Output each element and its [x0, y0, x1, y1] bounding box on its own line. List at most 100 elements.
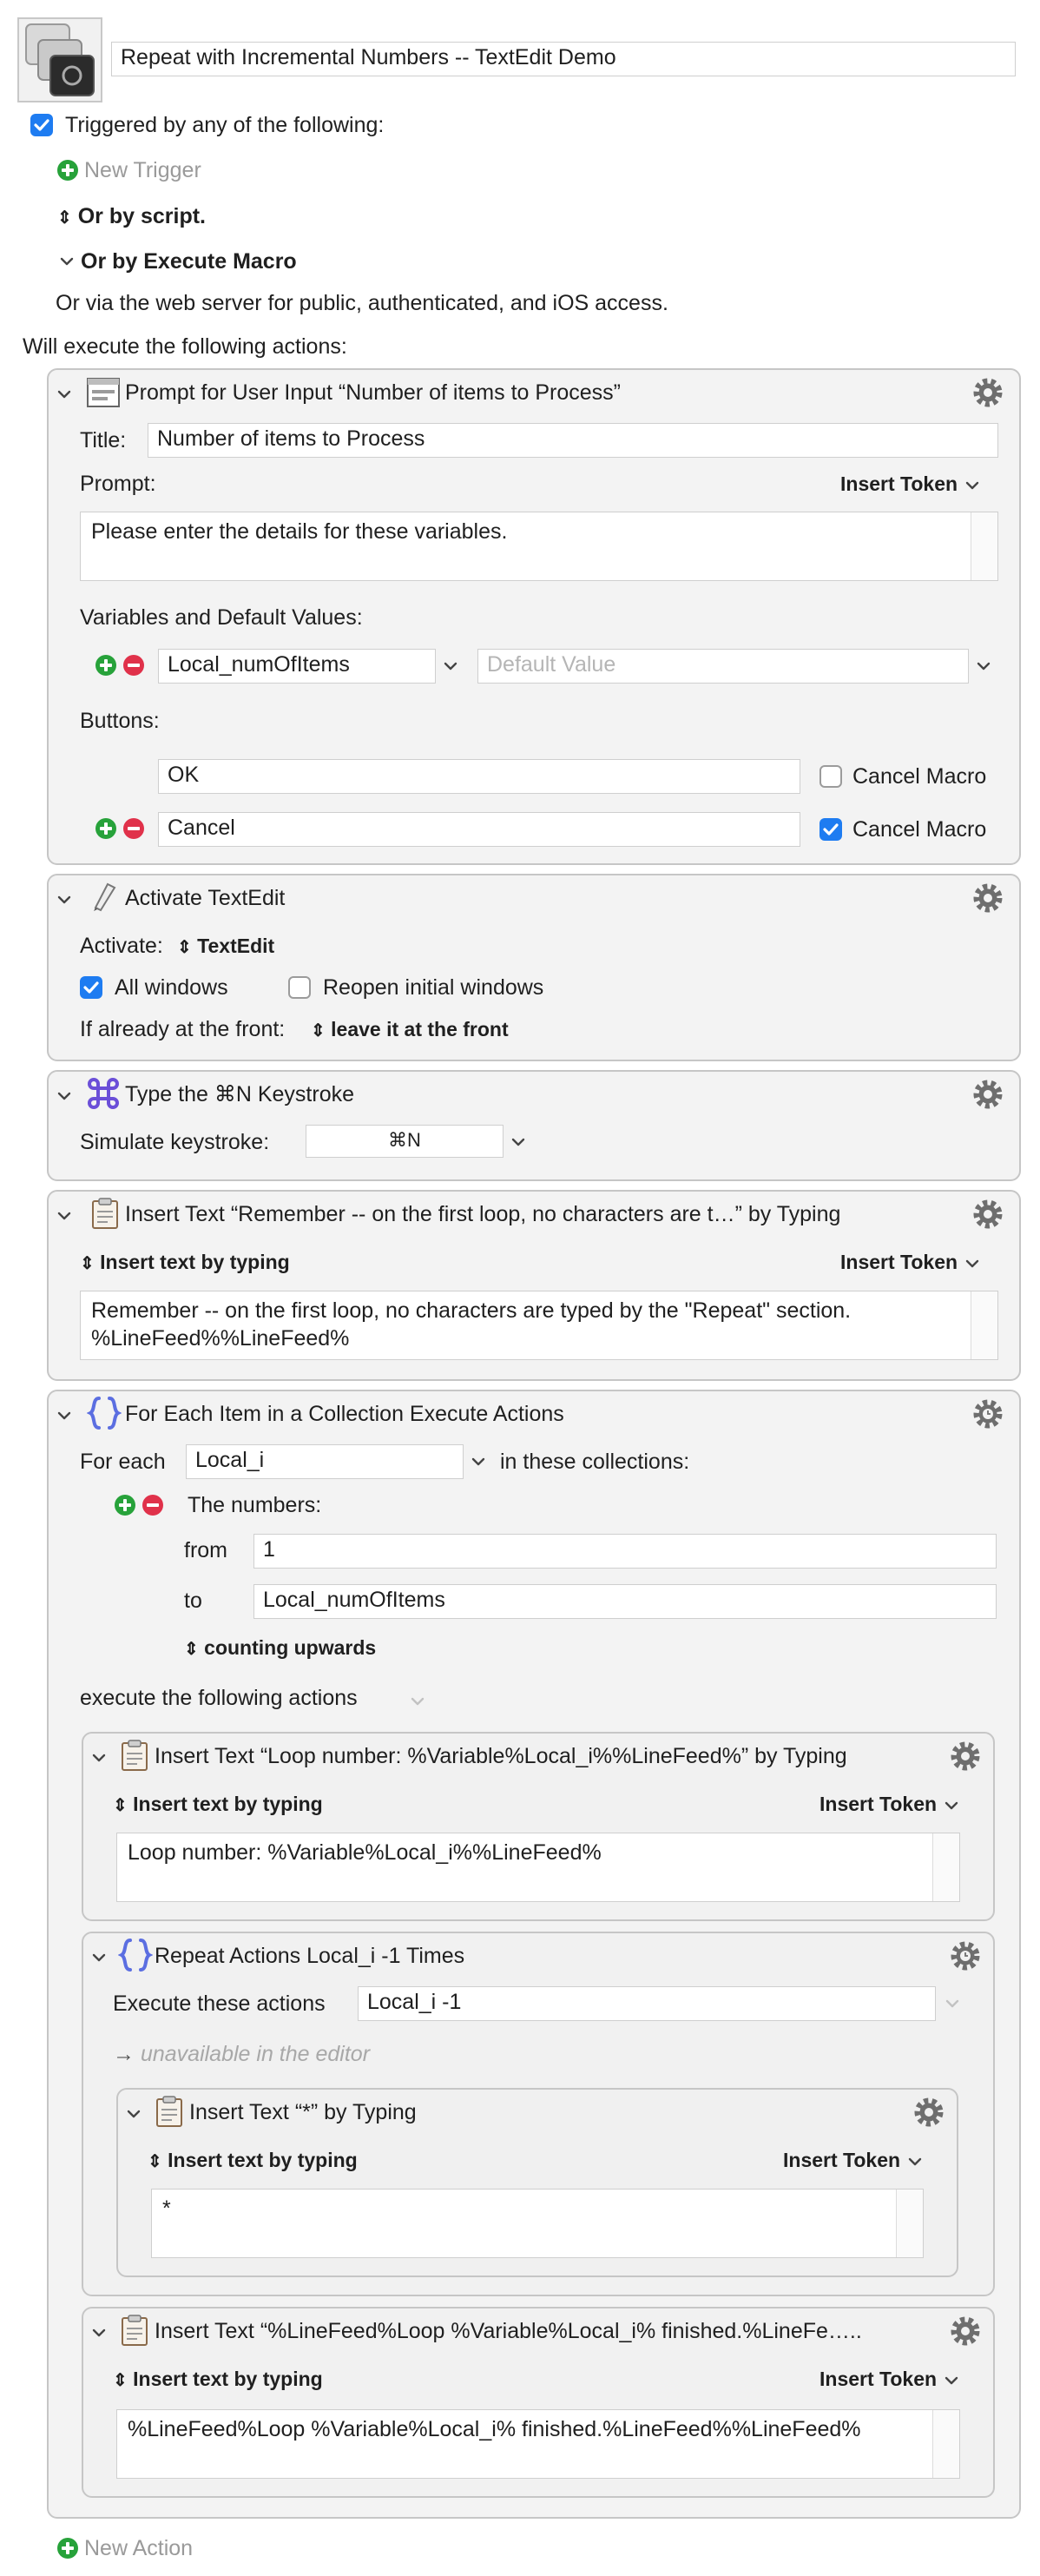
chevron-down-icon[interactable] — [55, 1087, 74, 1106]
add-button-icon[interactable] — [95, 818, 116, 839]
new-action-button[interactable]: New Action — [84, 2535, 193, 2561]
chevron-down-icon[interactable] — [89, 2323, 109, 2342]
chevron-down-icon[interactable] — [509, 1133, 528, 1152]
action-repeat[interactable]: Repeat Actions Local_i -1 Times Execute … — [82, 1932, 995, 2296]
default-value-field[interactable]: Default Value — [477, 649, 969, 684]
action-title: Repeat Actions Local_i -1 Times — [155, 1944, 465, 1968]
button1-cancel-checkbox[interactable] — [819, 765, 842, 788]
text-content: Loop number: %Variable%Local_i%%LineFeed… — [128, 1840, 602, 1865]
action-insert-text-star[interactable]: Insert Text “*” by Typing ⇕ Insert text … — [116, 2088, 958, 2277]
insert-text-area[interactable]: %LineFeed%Loop %Variable%Local_i% finish… — [116, 2409, 960, 2479]
to-field[interactable]: Local_numOfItems — [253, 1584, 997, 1619]
gear-icon[interactable] — [971, 1197, 1005, 1232]
action-title: Insert Text “Loop number: %Variable%Loca… — [155, 1744, 847, 1768]
chevron-down-icon[interactable] — [974, 657, 993, 676]
remove-variable-icon[interactable] — [123, 655, 144, 676]
insert-token-menu[interactable]: Insert Token — [840, 1249, 982, 1275]
repeat-count-field[interactable]: Local_i -1 — [358, 1986, 936, 2021]
new-trigger-plus-icon[interactable] — [57, 160, 78, 181]
chevron-down-icon[interactable] — [55, 890, 74, 909]
prompt-textarea[interactable]: Please enter the details for these varia… — [80, 512, 998, 581]
action-prompt-for-user-input[interactable]: Prompt for User Input “Number of items t… — [47, 368, 1021, 865]
counting-direction-selector[interactable]: ⇕ counting upwards — [184, 1635, 376, 1662]
chevron-down-icon[interactable] — [55, 1206, 74, 1225]
insert-text-area[interactable]: Remember -- on the first loop, no charac… — [80, 1291, 998, 1360]
action-type-keystroke[interactable]: Type the ⌘N Keystroke Simulate keystroke… — [47, 1070, 1021, 1181]
gear-icon[interactable] — [948, 1739, 983, 1773]
gear-icon[interactable] — [948, 2314, 983, 2348]
updown-icon: ⇕ — [57, 208, 72, 228]
to-label: to — [184, 1589, 202, 1613]
chevron-down-icon[interactable] — [441, 657, 460, 676]
gear-icon[interactable] — [971, 375, 1005, 410]
scrollbar[interactable] — [932, 1833, 959, 1901]
action-insert-text-loop-number[interactable]: Insert Text “Loop number: %Variable%Loca… — [82, 1732, 995, 1921]
insert-text-area[interactable]: * — [151, 2189, 924, 2258]
insert-mode-selector[interactable]: ⇕ Insert text by typing — [80, 1249, 290, 1277]
button1-field[interactable]: OK — [158, 759, 800, 794]
action-insert-text-remember[interactable]: Insert Text “Remember -- on the first lo… — [47, 1190, 1021, 1381]
insert-mode-selector[interactable]: ⇕ Insert text by typing — [148, 2147, 358, 2175]
chevron-down-icon[interactable] — [89, 1748, 109, 1767]
insert-token-menu[interactable]: Insert Token — [819, 1791, 961, 1817]
keystroke-field[interactable]: ⌘N — [306, 1125, 504, 1158]
chevron-down-icon[interactable] — [89, 1948, 109, 1967]
action-for-each[interactable]: For Each Item in a Collection Execute Ac… — [47, 1390, 1021, 2519]
action-title: Insert Text “*” by Typing — [189, 2100, 417, 2124]
clipboard-icon — [156, 2096, 182, 2127]
updown-icon: ⇕ — [177, 938, 192, 957]
from-field[interactable]: 1 — [253, 1534, 997, 1569]
gear-icon[interactable] — [912, 2095, 946, 2130]
chevron-down-icon[interactable] — [943, 1994, 962, 2013]
chevron-down-icon[interactable] — [469, 1452, 488, 1471]
insert-token-menu[interactable]: Insert Token — [840, 471, 982, 497]
insert-mode-value: Insert text by typing — [100, 1251, 290, 1273]
textedit-icon — [94, 882, 116, 912]
remove-collection-icon[interactable] — [142, 1495, 163, 1516]
scrollbar[interactable] — [971, 1291, 997, 1359]
remove-button-icon[interactable] — [123, 818, 144, 839]
add-variable-icon[interactable] — [95, 655, 116, 676]
insert-token-menu[interactable]: Insert Token — [783, 2147, 925, 2173]
action-activate-textedit[interactable]: Activate TextEdit Activate: ⇕ TextEdit A… — [47, 874, 1021, 1061]
variable-name-field[interactable]: Local_numOfItems — [158, 649, 436, 684]
button1-cancel-label: Cancel Macro — [852, 764, 987, 789]
front-behavior-selector[interactable]: ⇕ leave it at the front — [311, 1016, 509, 1044]
updown-icon: ⇕ — [113, 2371, 128, 2390]
chevron-down-icon[interactable] — [55, 385, 74, 404]
scrollbar[interactable] — [896, 2190, 923, 2257]
gear-clock-icon[interactable] — [971, 1397, 1005, 1431]
for-each-variable-field[interactable]: Local_i — [186, 1444, 464, 1479]
add-collection-icon[interactable] — [115, 1495, 135, 1516]
title-field[interactable]: Number of items to Process — [148, 423, 998, 458]
chevron-down-icon — [945, 1801, 958, 1810]
macro-icon[interactable] — [17, 17, 102, 102]
insert-mode-selector[interactable]: ⇕ Insert text by typing — [113, 1791, 323, 1819]
action-insert-text-finished[interactable]: Insert Text “%LineFeed%Loop %Variable%Lo… — [82, 2307, 995, 2498]
insert-text-area[interactable]: Loop number: %Variable%Local_i%%LineFeed… — [116, 1833, 960, 1902]
chevron-down-icon[interactable] — [124, 2104, 143, 2124]
insert-mode-selector[interactable]: ⇕ Insert text by typing — [113, 2366, 323, 2394]
chevron-down-icon[interactable] — [55, 1406, 74, 1425]
or-by-script-toggle[interactable]: ⇕ Or by script. — [57, 203, 206, 231]
text-content: * — [162, 2196, 171, 2221]
gear-icon[interactable] — [971, 881, 1005, 915]
new-action-plus-icon[interactable] — [57, 2538, 78, 2559]
insert-token-menu[interactable]: Insert Token — [819, 2366, 961, 2392]
gear-icon[interactable] — [971, 1077, 1005, 1112]
triggered-checkbox[interactable] — [30, 114, 53, 136]
updown-icon: ⇕ — [80, 1254, 95, 1273]
all-windows-checkbox[interactable] — [80, 976, 102, 999]
gear-clock-icon[interactable] — [948, 1939, 983, 1973]
scrollbar[interactable] — [932, 2410, 959, 2478]
numbers-label: The numbers: — [188, 1493, 322, 1517]
button2-field[interactable]: Cancel — [158, 812, 800, 847]
macro-name-field[interactable]: Repeat with Incremental Numbers -- TextE… — [111, 42, 1016, 76]
scrollbar[interactable] — [971, 512, 997, 580]
app-selector[interactable]: ⇕ TextEdit — [177, 933, 274, 961]
reopen-checkbox[interactable] — [288, 976, 311, 999]
curly-braces-icon — [118, 1939, 153, 1972]
new-trigger-button[interactable]: New Trigger — [84, 157, 201, 183]
button2-cancel-checkbox[interactable] — [819, 818, 842, 841]
chevron-down-icon[interactable] — [408, 1692, 427, 1711]
